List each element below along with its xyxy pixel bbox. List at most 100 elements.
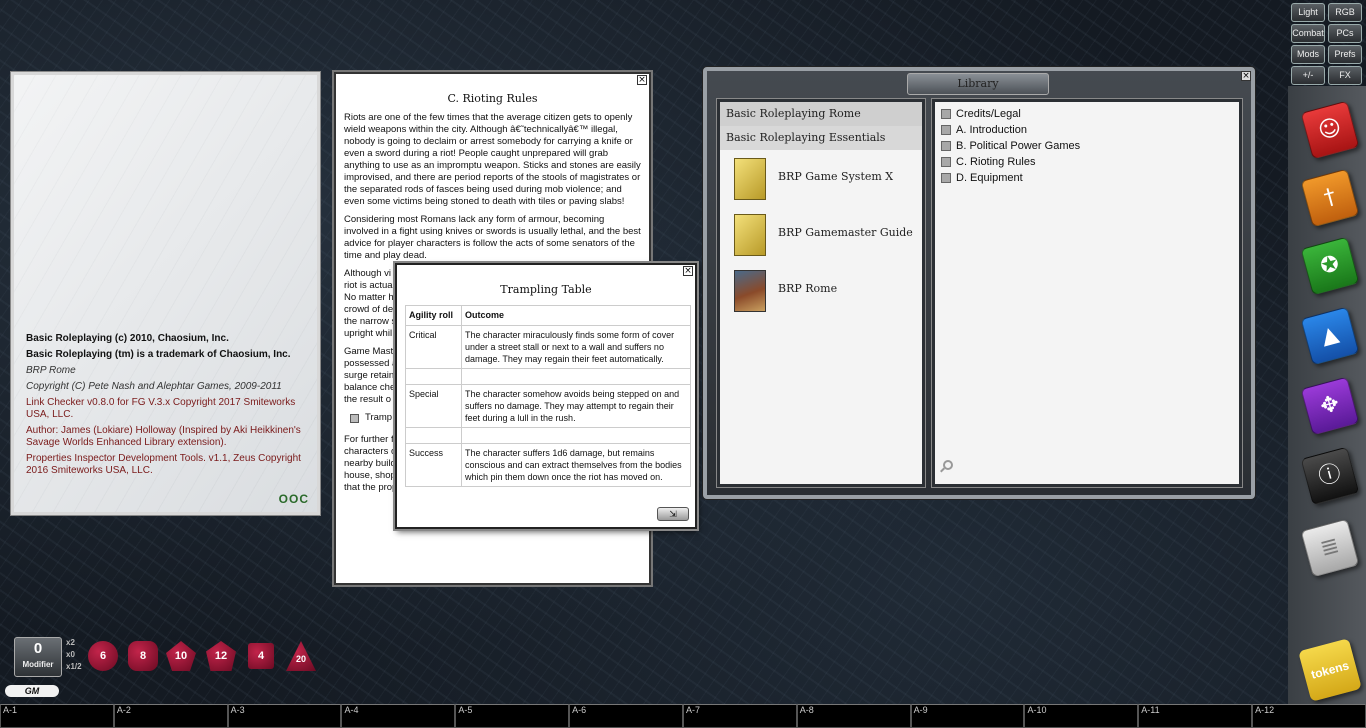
d6-die-icon[interactable]: 6 [88, 641, 118, 671]
light-button[interactable]: Light [1291, 3, 1325, 22]
hotkey-slot[interactable]: A-12 [1252, 704, 1366, 728]
library-page[interactable]: A. Introduction [935, 122, 1239, 138]
chat-message: Basic Roleplaying (c) 2010, Chaosium, In… [26, 333, 229, 344]
wizard-icon[interactable]: ▲ [1300, 306, 1360, 366]
library-book[interactable]: BRP Rome [720, 262, 922, 318]
outcome-cell: The character somehow avoids being stepp… [461, 384, 691, 428]
page-label[interactable]: D. Equipment [956, 172, 1023, 184]
hotkey-slot[interactable]: A-5 [455, 704, 570, 728]
chat-message: Link Checker v0.8.0 for FG V.3.x Copyrig… [26, 397, 296, 420]
library-page[interactable]: Credits/Legal [935, 106, 1239, 122]
trampling-table: Agility roll Outcome Critical The charac… [405, 305, 691, 487]
library-window[interactable]: Library × Basic Roleplaying Rome Basic R… [703, 67, 1255, 499]
chat-window[interactable]: Basic Roleplaying (c) 2010, Chaosium, In… [11, 72, 320, 515]
chat-message: Copyright (C) Pete Nash and Alephtar Gam… [26, 381, 282, 392]
library-page[interactable]: B. Political Power Games [935, 138, 1239, 154]
chat-message: BRP Rome [26, 365, 76, 376]
table-spacer-row [405, 427, 691, 444]
prefs-button[interactable]: Prefs [1328, 45, 1362, 64]
hotkey-slot[interactable]: A-6 [569, 704, 683, 728]
table-row: Success The character suffers 1d6 damage… [405, 443, 691, 487]
page-icon [941, 157, 951, 167]
plus-minus-button[interactable]: +/- [1291, 66, 1325, 85]
hotkey-slot[interactable]: A-4 [341, 704, 456, 728]
mods-button[interactable]: Mods [1291, 45, 1325, 64]
link-label[interactable]: Tramp [365, 412, 392, 424]
hotkey-slot[interactable]: A-11 [1138, 704, 1253, 728]
page-icon [941, 125, 951, 135]
page-icon [941, 109, 951, 119]
ooc-toggle[interactable]: OOC [279, 492, 309, 506]
table-title: Trampling Table [500, 283, 592, 296]
rgb-button[interactable]: RGB [1328, 3, 1362, 22]
library-page[interactable]: D. Equipment [935, 170, 1239, 186]
d4-die-icon[interactable]: 4 [248, 643, 274, 669]
gm-badge: GM [5, 685, 59, 697]
close-icon[interactable]: × [1241, 71, 1251, 81]
dice-icon[interactable]: ✥ [1300, 376, 1360, 436]
hotkey-slot[interactable]: A-1 [0, 704, 114, 728]
page-icon [941, 141, 951, 151]
tokens-button[interactable]: tokens [1298, 638, 1362, 702]
library-page[interactable]: C. Rioting Rules [935, 154, 1239, 170]
modifier-box[interactable]: 0 Modifier [14, 637, 62, 677]
library-category[interactable]: Basic Roleplaying Essentials [720, 126, 922, 150]
multiplier-x0[interactable]: x0 [66, 650, 75, 659]
chat-messages: Basic Roleplaying (c) 2010, Chaosium, In… [26, 333, 305, 481]
hotkey-slot[interactable]: A-9 [910, 704, 1025, 728]
modifier-label: Modifier [22, 660, 54, 669]
outcome-cell: The character suffers 1d6 damage, but re… [461, 443, 691, 487]
book-icon[interactable]: ≣ [1300, 518, 1360, 578]
search-icon[interactable] [943, 460, 953, 470]
roll-cell: Critical [405, 325, 462, 369]
page-label[interactable]: Credits/Legal [956, 108, 1021, 120]
hotkey-slot[interactable]: A-3 [227, 704, 342, 728]
story-paragraph: Considering most Romans lack any form of… [344, 214, 641, 261]
chat-message: Basic Roleplaying (tm) is a trademark of… [26, 349, 291, 360]
library-book[interactable]: BRP Gamemaster Guide [720, 206, 922, 262]
roll-cell: Success [405, 443, 462, 487]
library-book[interactable]: BRP Game System X [720, 150, 922, 206]
story-title: C. Rioting Rules [447, 92, 538, 105]
d10-die-icon[interactable]: 10 [166, 641, 196, 671]
book-label[interactable]: BRP Game System X [778, 170, 893, 183]
library-page-list: Credits/Legal A. Introduction B. Politic… [932, 99, 1242, 487]
sidebar: ☺ † ✪ ▲ ✥ ⓘ ≣ tokens [1288, 86, 1366, 706]
multiplier-half[interactable]: x1/2 [66, 662, 82, 671]
hotkey-slot[interactable]: A-7 [682, 704, 797, 728]
page-label[interactable]: C. Rioting Rules [956, 156, 1035, 168]
link-icon[interactable] [350, 413, 359, 423]
info-icon[interactable]: ⓘ [1300, 446, 1360, 506]
sword-icon[interactable]: † [1300, 168, 1360, 228]
multiplier-x2[interactable]: x2 [66, 638, 75, 647]
d12-die-icon[interactable]: 12 [206, 641, 236, 671]
hotkey-slot[interactable]: A-2 [113, 704, 228, 728]
table-row: Critical The character miraculously find… [405, 325, 691, 369]
trampling-table-window[interactable]: × Trampling Table Agility roll Outcome C… [395, 263, 697, 529]
masks-icon[interactable]: ☺ [1300, 100, 1360, 160]
column-header: Agility roll [405, 305, 462, 326]
hotkey-slot[interactable]: A-8 [796, 704, 911, 728]
modifier-value[interactable]: 0 [15, 638, 61, 660]
book-cover-icon [734, 158, 766, 200]
library-module-list: Basic Roleplaying Rome Basic Roleplaying… [717, 99, 925, 487]
resize-handle-icon[interactable]: ⇲ [657, 507, 689, 521]
book-cover-icon [734, 214, 766, 256]
chat-message: Properties Inspector Development Tools. … [26, 453, 301, 476]
close-icon[interactable]: × [683, 266, 693, 276]
book-label[interactable]: BRP Rome [778, 282, 837, 295]
hotkey-slot[interactable]: A-10 [1024, 704, 1139, 728]
combat-button[interactable]: Combat [1291, 24, 1325, 43]
close-icon[interactable]: × [637, 75, 647, 85]
book-label[interactable]: BRP Gamemaster Guide [778, 226, 913, 239]
page-label[interactable]: A. Introduction [956, 124, 1027, 136]
page-label[interactable]: B. Political Power Games [956, 140, 1080, 152]
fx-button[interactable]: FX [1328, 66, 1362, 85]
d20-die-icon[interactable]: 20 [286, 641, 316, 671]
d8-die-icon[interactable]: 8 [128, 641, 158, 671]
library-category[interactable]: Basic Roleplaying Rome [720, 102, 922, 126]
story-paragraph: Riots are one of the few times that the … [344, 112, 641, 207]
roll-cell: Special [405, 384, 462, 428]
star-icon[interactable]: ✪ [1300, 236, 1360, 296]
pcs-button[interactable]: PCs [1328, 24, 1362, 43]
